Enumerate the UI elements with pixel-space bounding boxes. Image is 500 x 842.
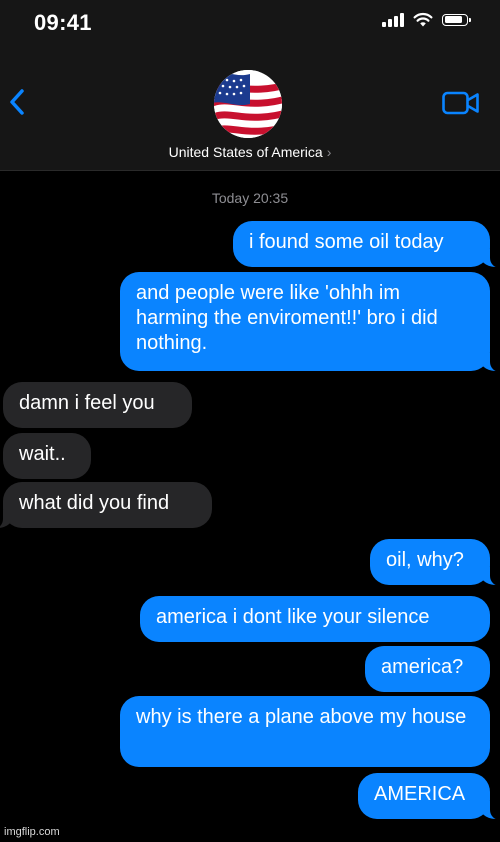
american-flag-icon — [214, 70, 282, 138]
chevron-left-icon[interactable] — [6, 84, 28, 120]
message-bubble-sent[interactable]: america? — [365, 646, 490, 692]
cellular-signal-icon — [382, 12, 404, 27]
watermark: imgflip.com — [4, 826, 60, 838]
message-timestamp: Today 20:35 — [211, 190, 289, 206]
video-camera-icon[interactable] — [442, 90, 480, 116]
battery-level — [444, 16, 462, 23]
message-bubble-sent[interactable]: oil, why? — [370, 539, 500, 586]
message-bubble-received[interactable]: what did you find — [0, 482, 212, 529]
message-bubble-sent[interactable]: america i dont like your silence — [140, 596, 490, 642]
status-bar: 09:41 — [0, 0, 500, 50]
message-bubble-sent[interactable]: why is there a plane above my house — [120, 696, 490, 767]
chevron-right-icon: › — [326, 144, 332, 160]
message-bubble-sent[interactable]: and people were like 'ohhh im harming th… — [120, 272, 500, 372]
contact-name-row[interactable]: United States of America › — [0, 144, 500, 160]
conversation-header: United States of America › — [0, 50, 500, 171]
message-bubble-sent[interactable]: AMERICA — [358, 773, 500, 820]
contact-name: United States of America — [168, 144, 323, 160]
message-bubble-sent[interactable]: i found some oil today — [233, 221, 500, 268]
american-flag-avatar[interactable] — [214, 70, 282, 138]
message-bubble-received[interactable]: damn i feel you — [3, 382, 192, 428]
message-bubble-received[interactable]: wait.. — [3, 433, 91, 479]
wifi-icon — [413, 12, 433, 27]
status-icons — [382, 12, 471, 27]
battery-icon — [442, 13, 471, 26]
status-time: 09:41 — [34, 10, 92, 35]
